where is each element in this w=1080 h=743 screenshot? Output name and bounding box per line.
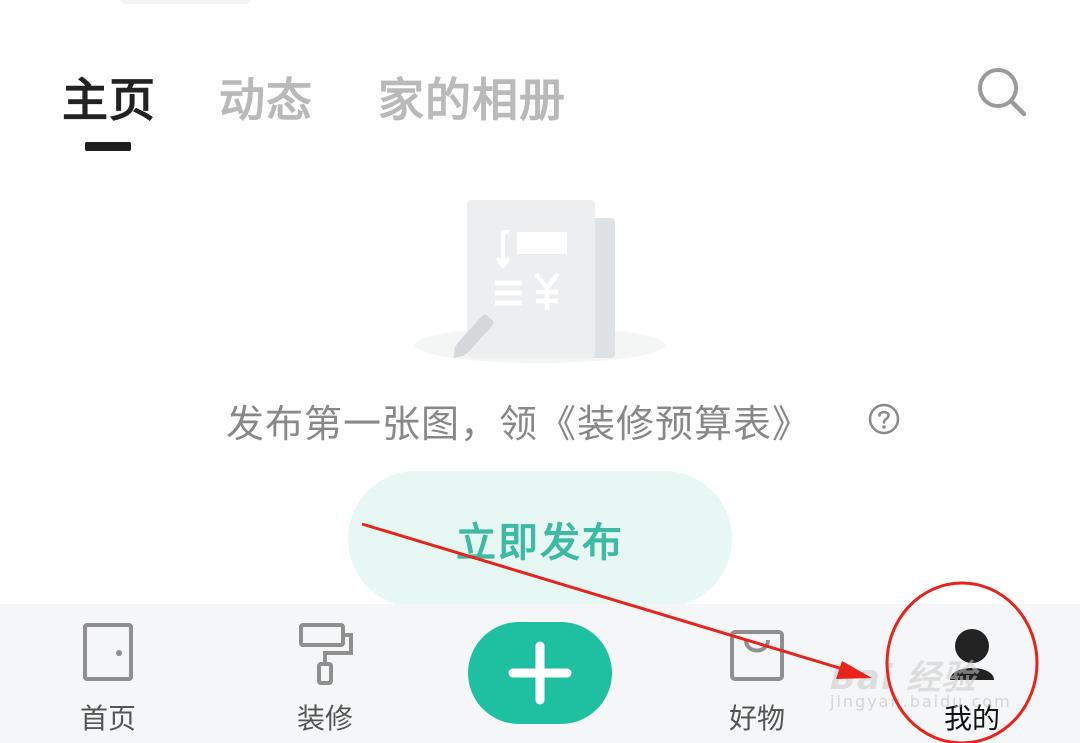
nav-item-goods[interactable]: 好物 xyxy=(687,604,827,743)
tab-dynamic[interactable]: 动态 xyxy=(219,64,313,130)
search-icon xyxy=(978,68,1027,117)
add-post-button[interactable] xyxy=(468,622,612,724)
tab-home-album[interactable]: 家的相册 xyxy=(378,64,566,130)
plus-icon xyxy=(508,641,572,705)
nav-item-decoration[interactable]: 装修 xyxy=(255,604,395,743)
door-icon xyxy=(83,623,133,681)
search-button[interactable] xyxy=(972,62,1032,122)
status-bar-fragment xyxy=(120,0,250,4)
watermark-url: jingyan.baidu.com xyxy=(830,692,1012,711)
empty-state-message: 发布第一张图，领《装修预算表》 xyxy=(226,402,812,446)
publish-now-button[interactable]: 立即发布 xyxy=(348,471,732,607)
paint-roller-icon xyxy=(299,623,353,685)
nav-label-home: 首页 xyxy=(79,702,136,735)
nav-label-goods: 好物 xyxy=(728,702,785,735)
shopping-bag-icon xyxy=(730,630,784,681)
question-circle-icon xyxy=(868,403,900,435)
active-tab-indicator xyxy=(85,142,131,151)
nav-label-decoration: 装修 xyxy=(296,702,353,735)
tab-home[interactable]: 主页 xyxy=(62,64,156,130)
nav-item-home[interactable]: 首页 xyxy=(38,604,178,743)
help-button[interactable] xyxy=(867,402,901,436)
budget-document-illustration xyxy=(415,200,665,363)
